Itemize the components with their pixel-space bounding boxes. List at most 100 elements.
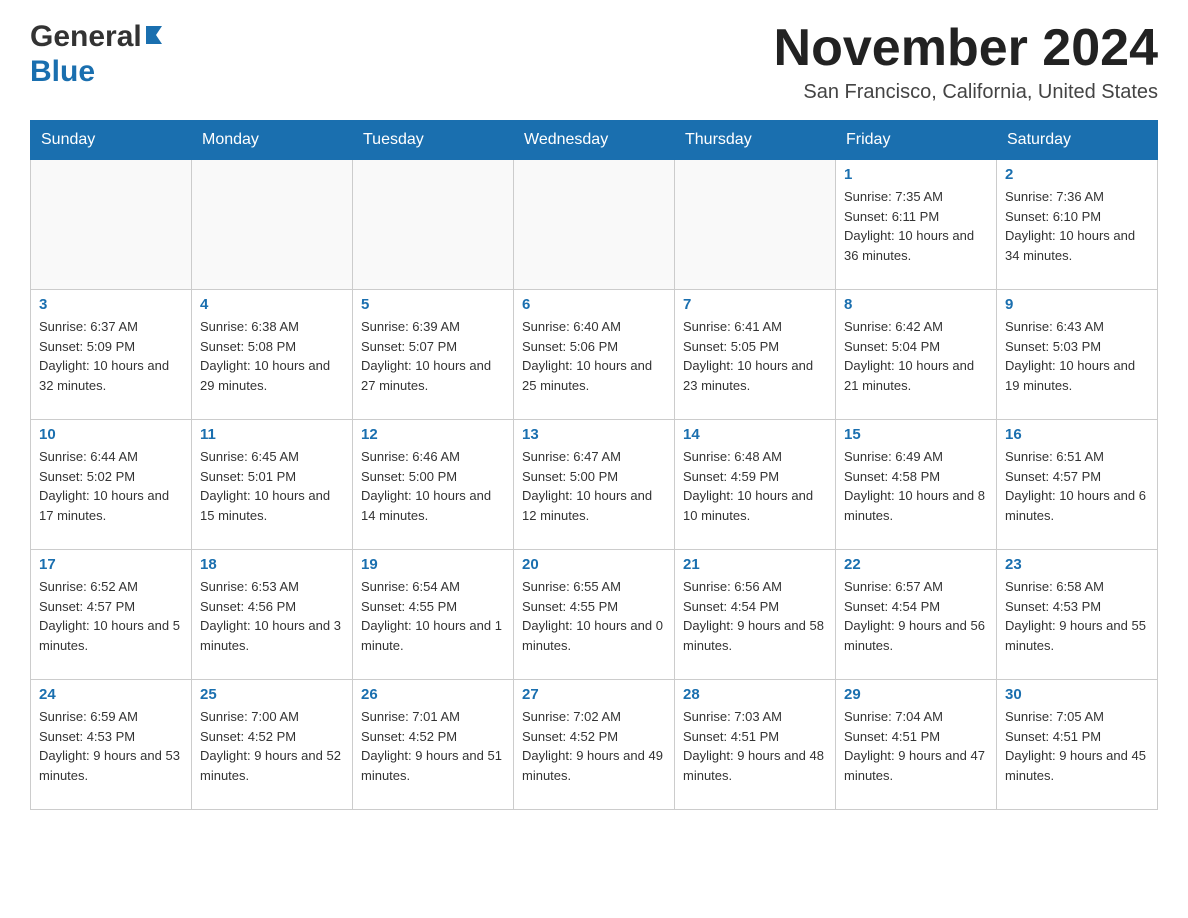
calendar-cell: 25Sunrise: 7:00 AMSunset: 4:52 PMDayligh… [192, 680, 353, 810]
calendar-week-row: 24 Sunrise: 6:59 AMSunset: 4:53 PMDayligh… [31, 680, 1158, 810]
calendar-cell: 3 Sunrise: 6:37 AMSunset: 5:09 PMDaylight… [31, 290, 192, 420]
calendar-cell: 16 Sunrise: 6:51 AMSunset: 4:57 PMDayligh… [997, 420, 1158, 550]
day-sun-info: Sunrise: 6:48 AMSunset: 4:59 PMDaylight:… [683, 447, 827, 525]
calendar-cell: 13 Sunrise: 6:47 AMSunset: 5:00 PMDayligh… [514, 420, 675, 550]
day-number: 11 [200, 426, 344, 443]
day-sun-info: Sunrise: 7:00 AMSunset: 4:52 PMDaylight:… [200, 707, 344, 785]
calendar-cell: 19 Sunrise: 6:54 AMSunset: 4:55 PMDayligh… [353, 550, 514, 680]
calendar-cell [675, 160, 836, 290]
day-of-week-header: Tuesday [353, 121, 514, 160]
day-sun-info: Sunrise: 6:40 AMSunset: 5:06 PMDaylight:… [522, 317, 666, 395]
calendar-cell: 22 Sunrise: 6:57 AMSunset: 4:54 PMDayligh… [836, 550, 997, 680]
page-header: General Blue November 2024 San Francisco… [30, 20, 1158, 104]
day-sun-info: Sunrise: 6:47 AMSunset: 5:00 PMDaylight:… [522, 447, 666, 525]
day-sun-info: Sunrise: 7:05 AMSunset: 4:51 PMDaylight:… [1005, 707, 1149, 785]
day-number: 23 [1005, 556, 1149, 573]
calendar-week-row: 3 Sunrise: 6:37 AMSunset: 5:09 PMDaylight… [31, 290, 1158, 420]
day-number: 27 [522, 686, 666, 703]
day-sun-info: Sunrise: 7:03 AMSunset: 4:51 PMDaylight:… [683, 707, 827, 785]
day-sun-info: Sunrise: 6:49 AMSunset: 4:58 PMDaylight:… [844, 447, 988, 525]
day-number: 1 [844, 166, 988, 183]
logo: General Blue [30, 20, 166, 89]
day-number: 5 [361, 296, 505, 313]
day-number: 8 [844, 296, 988, 313]
calendar-cell [514, 160, 675, 290]
calendar-cell: 12Sunrise: 6:46 AMSunset: 5:00 PMDayligh… [353, 420, 514, 550]
day-sun-info: Sunrise: 6:54 AMSunset: 4:55 PMDaylight:… [361, 577, 505, 655]
day-number: 4 [200, 296, 344, 313]
calendar-cell: 21 Sunrise: 6:56 AMSunset: 4:54 PMDayligh… [675, 550, 836, 680]
calendar-cell: 10 Sunrise: 6:44 AMSunset: 5:02 PMDayligh… [31, 420, 192, 550]
calendar-cell: 29 Sunrise: 7:04 AMSunset: 4:51 PMDayligh… [836, 680, 997, 810]
day-number: 15 [844, 426, 988, 443]
calendar-cell: 9Sunrise: 6:43 AMSunset: 5:03 PMDaylight… [997, 290, 1158, 420]
month-title: November 2024 [774, 20, 1158, 77]
day-sun-info: Sunrise: 6:41 AMSunset: 5:05 PMDaylight:… [683, 317, 827, 395]
calendar-cell: 18 Sunrise: 6:53 AMSunset: 4:56 PMDayligh… [192, 550, 353, 680]
calendar-cell [192, 160, 353, 290]
calendar-cell [353, 160, 514, 290]
calendar-cell [31, 160, 192, 290]
day-number: 18 [200, 556, 344, 573]
day-sun-info: Sunrise: 7:04 AMSunset: 4:51 PMDaylight:… [844, 707, 988, 785]
calendar-cell: 14 Sunrise: 6:48 AMSunset: 4:59 PMDayligh… [675, 420, 836, 550]
day-number: 17 [39, 556, 183, 573]
day-sun-info: Sunrise: 6:46 AMSunset: 5:00 PMDaylight:… [361, 447, 505, 525]
day-sun-info: Sunrise: 6:56 AMSunset: 4:54 PMDaylight:… [683, 577, 827, 655]
logo-blue-text: Blue [30, 55, 95, 88]
calendar-cell: 6Sunrise: 6:40 AMSunset: 5:06 PMDaylight… [514, 290, 675, 420]
day-number: 29 [844, 686, 988, 703]
day-number: 24 [39, 686, 183, 703]
calendar-cell: 5 Sunrise: 6:39 AMSunset: 5:07 PMDaylight… [353, 290, 514, 420]
logo-general-text: General [30, 20, 142, 54]
day-number: 21 [683, 556, 827, 573]
day-number: 20 [522, 556, 666, 573]
day-of-week-header: Thursday [675, 121, 836, 160]
day-number: 14 [683, 426, 827, 443]
calendar-cell: 27 Sunrise: 7:02 AMSunset: 4:52 PMDayligh… [514, 680, 675, 810]
day-number: 3 [39, 296, 183, 313]
day-sun-info: Sunrise: 6:57 AMSunset: 4:54 PMDaylight:… [844, 577, 988, 655]
day-sun-info: Sunrise: 6:59 AMSunset: 4:53 PMDaylight:… [39, 707, 183, 785]
day-of-week-header: Friday [836, 121, 997, 160]
title-area: November 2024 San Francisco, California,… [774, 20, 1158, 104]
day-sun-info: Sunrise: 7:35 AMSunset: 6:11 PMDaylight:… [844, 187, 988, 265]
day-sun-info: Sunrise: 6:44 AMSunset: 5:02 PMDaylight:… [39, 447, 183, 525]
day-of-week-header: Wednesday [514, 121, 675, 160]
calendar-week-row: 10 Sunrise: 6:44 AMSunset: 5:02 PMDayligh… [31, 420, 1158, 550]
day-number: 10 [39, 426, 183, 443]
calendar-cell: 1 Sunrise: 7:35 AMSunset: 6:11 PMDaylight… [836, 160, 997, 290]
calendar-cell: 7Sunrise: 6:41 AMSunset: 5:05 PMDaylight… [675, 290, 836, 420]
day-number: 28 [683, 686, 827, 703]
calendar-cell: 17 Sunrise: 6:52 AMSunset: 4:57 PMDayligh… [31, 550, 192, 680]
day-sun-info: Sunrise: 6:53 AMSunset: 4:56 PMDaylight:… [200, 577, 344, 655]
day-sun-info: Sunrise: 7:01 AMSunset: 4:52 PMDaylight:… [361, 707, 505, 785]
calendar-cell: 26 Sunrise: 7:01 AMSunset: 4:52 PMDayligh… [353, 680, 514, 810]
calendar-cell: 24 Sunrise: 6:59 AMSunset: 4:53 PMDayligh… [31, 680, 192, 810]
day-number: 22 [844, 556, 988, 573]
day-number: 16 [1005, 426, 1149, 443]
day-sun-info: Sunrise: 7:02 AMSunset: 4:52 PMDaylight:… [522, 707, 666, 785]
day-sun-info: Sunrise: 6:51 AMSunset: 4:57 PMDaylight:… [1005, 447, 1149, 525]
day-sun-info: Sunrise: 7:36 AMSunset: 6:10 PMDaylight:… [1005, 187, 1149, 265]
calendar-cell: 2 Sunrise: 7:36 AMSunset: 6:10 PMDaylight… [997, 160, 1158, 290]
day-number: 26 [361, 686, 505, 703]
day-of-week-header: Sunday [31, 121, 192, 160]
calendar-cell: 20Sunrise: 6:55 AMSunset: 4:55 PMDayligh… [514, 550, 675, 680]
calendar-cell: 15 Sunrise: 6:49 AMSunset: 4:58 PMDayligh… [836, 420, 997, 550]
calendar-week-row: 17 Sunrise: 6:52 AMSunset: 4:57 PMDayligh… [31, 550, 1158, 680]
day-sun-info: Sunrise: 6:37 AMSunset: 5:09 PMDaylight:… [39, 317, 183, 395]
day-sun-info: Sunrise: 6:39 AMSunset: 5:07 PMDaylight:… [361, 317, 505, 395]
day-number: 19 [361, 556, 505, 573]
calendar-cell: 30Sunrise: 7:05 AMSunset: 4:51 PMDayligh… [997, 680, 1158, 810]
day-of-week-header: Saturday [997, 121, 1158, 160]
calendar-week-row: 1 Sunrise: 7:35 AMSunset: 6:11 PMDaylight… [31, 160, 1158, 290]
calendar-header-row: SundayMondayTuesdayWednesdayThursdayFrid… [31, 121, 1158, 160]
day-sun-info: Sunrise: 6:42 AMSunset: 5:04 PMDaylight:… [844, 317, 988, 395]
day-sun-info: Sunrise: 6:45 AMSunset: 5:01 PMDaylight:… [200, 447, 344, 525]
calendar-cell: 11 Sunrise: 6:45 AMSunset: 5:01 PMDayligh… [192, 420, 353, 550]
day-number: 13 [522, 426, 666, 443]
calendar-cell: 8 Sunrise: 6:42 AMSunset: 5:04 PMDaylight… [836, 290, 997, 420]
day-number: 2 [1005, 166, 1149, 183]
day-sun-info: Sunrise: 6:52 AMSunset: 4:57 PMDaylight:… [39, 577, 183, 655]
